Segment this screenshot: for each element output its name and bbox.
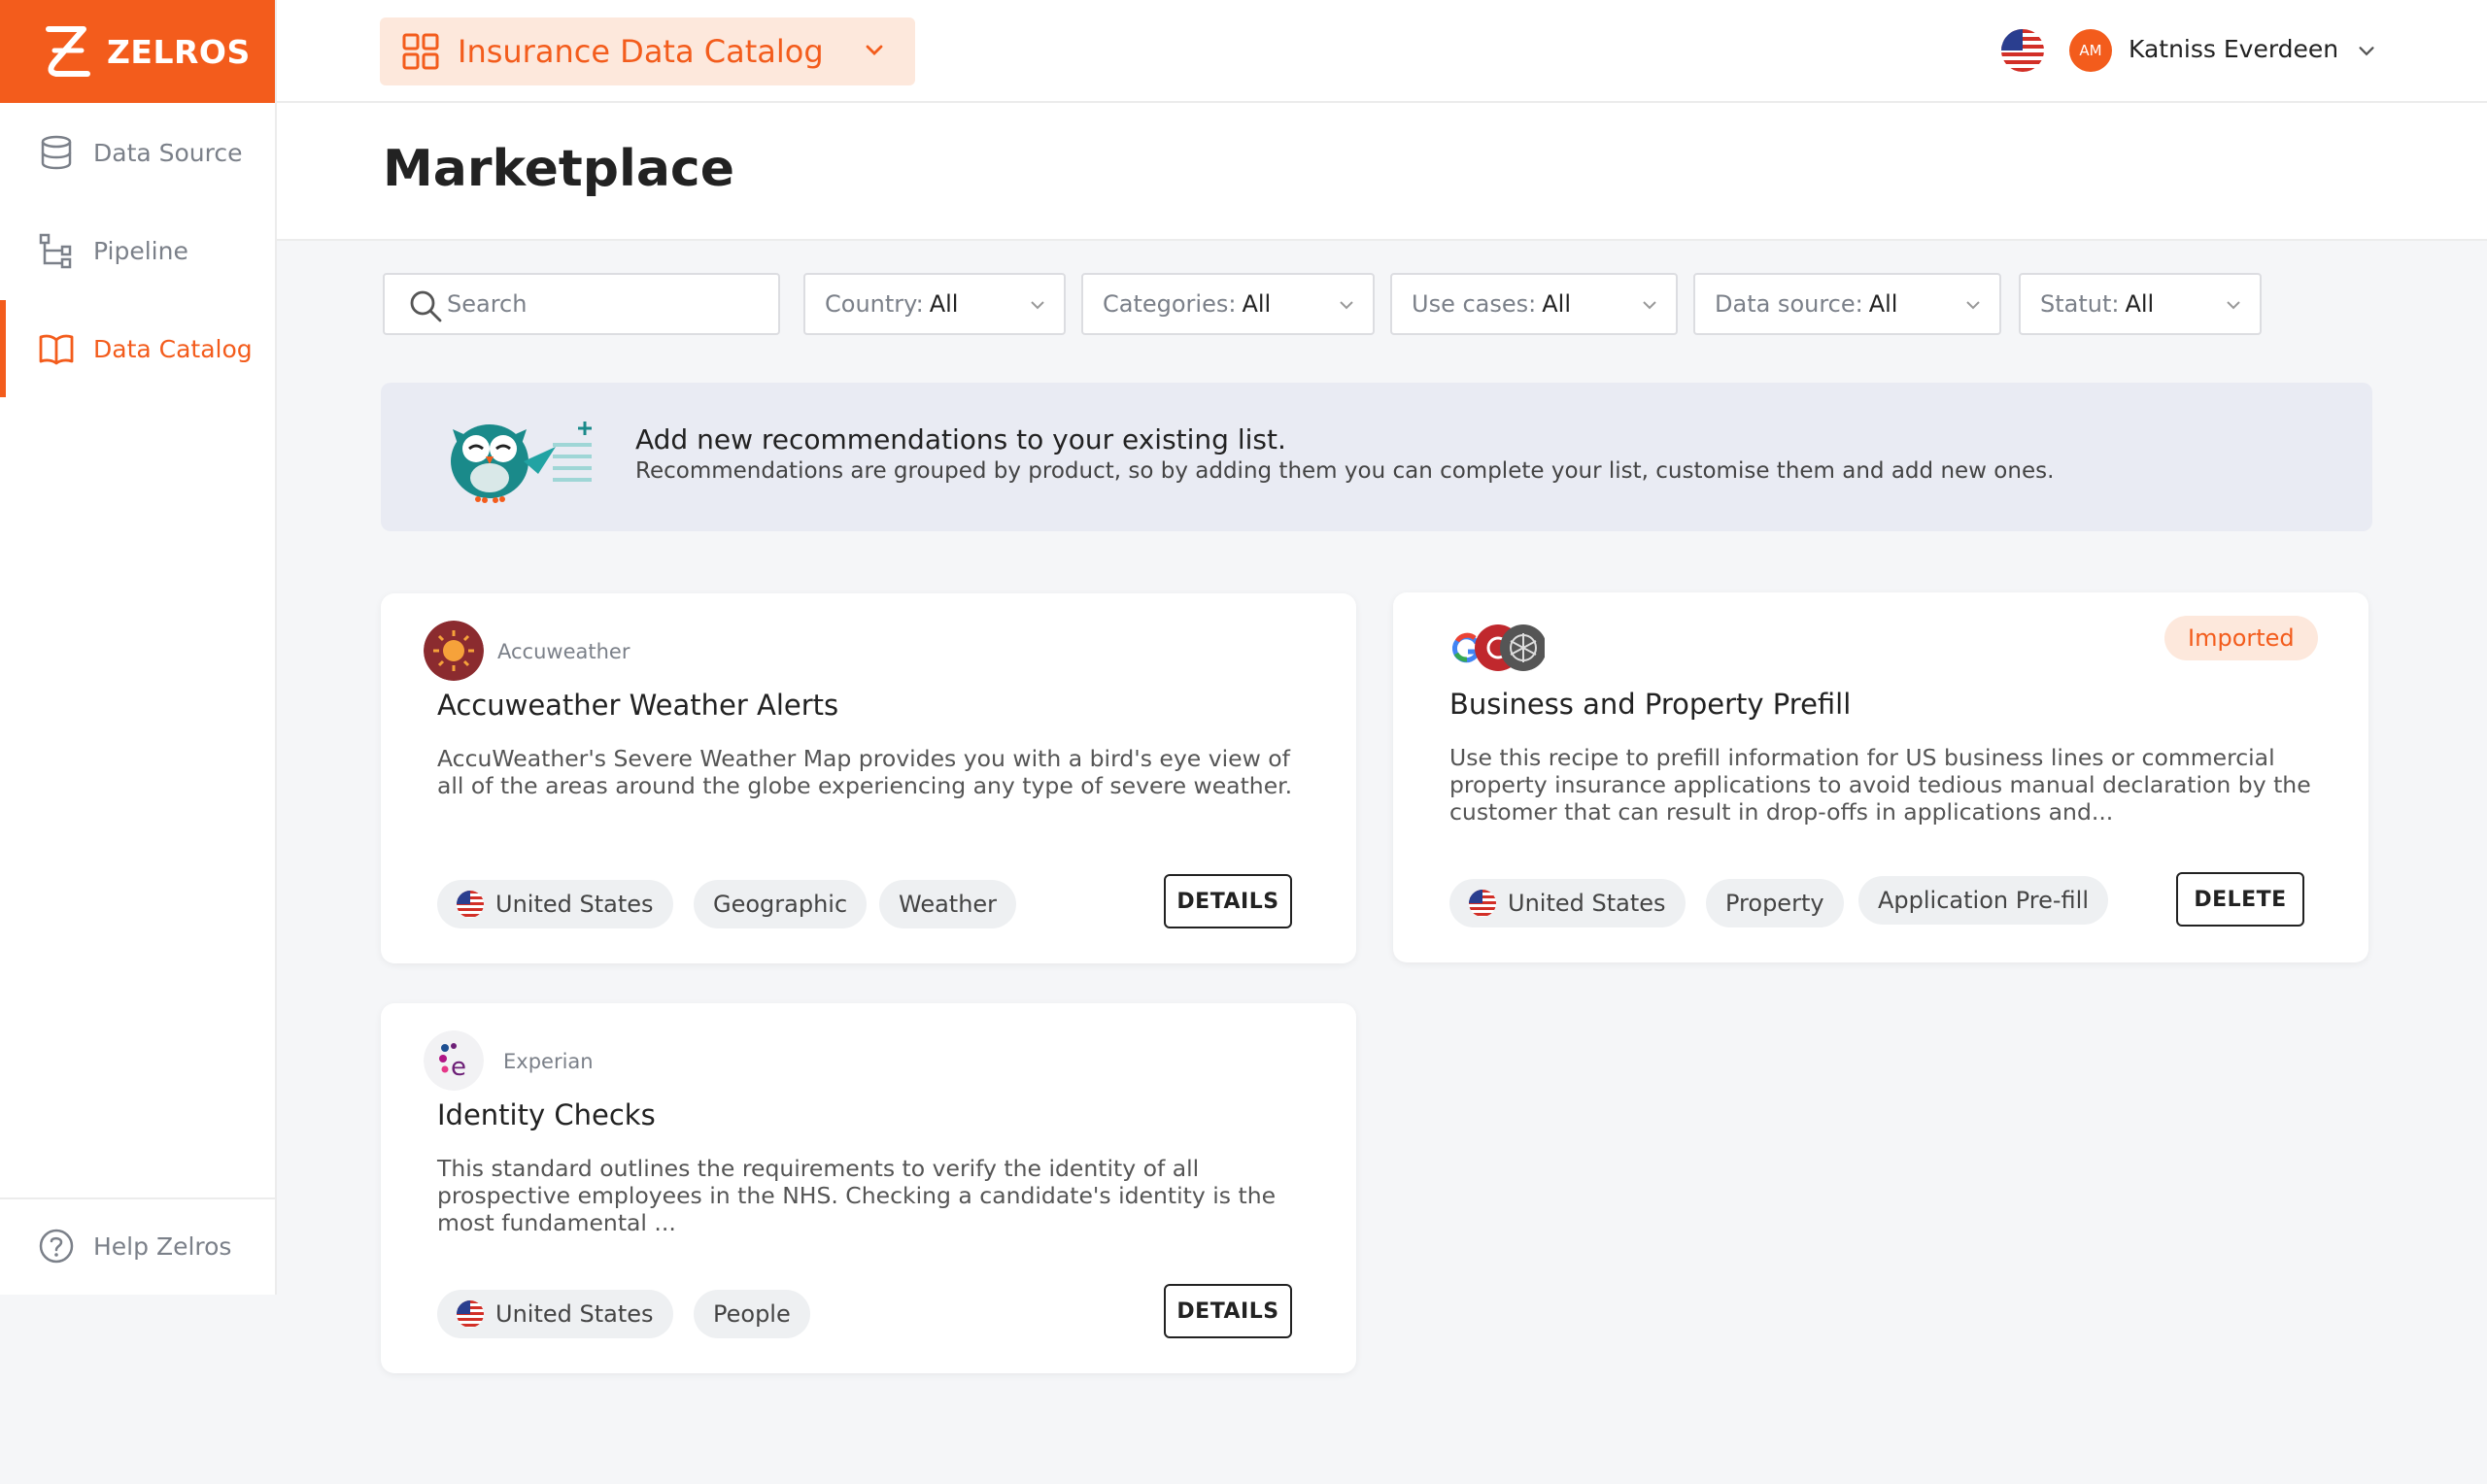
category-tag: Geographic <box>694 880 868 928</box>
chevron-down-icon <box>1340 301 1353 310</box>
card-title: Accuweather Weather Alerts <box>437 689 839 722</box>
search-icon <box>410 290 442 322</box>
filter-value: All <box>2125 290 2155 318</box>
sidebar: ZELROS Data Source Pipeline Data Catalog… <box>0 0 277 1295</box>
us-flag-icon <box>457 891 484 918</box>
data-source-filter[interactable]: Data source: All <box>1693 273 2001 335</box>
page-title: Marketplace <box>383 140 735 198</box>
status-badge: Imported <box>2164 616 2318 660</box>
use-case-tag: Application Pre-fill <box>1858 876 2108 925</box>
svg-text:e: e <box>451 1053 466 1082</box>
catalog-selector[interactable]: Insurance Data Catalog <box>380 17 915 85</box>
pipeline-icon <box>39 233 72 269</box>
us-flag-icon[interactable] <box>2001 29 2044 72</box>
country-tag: United States <box>1449 879 1686 928</box>
catalog-card[interactable]: e Experian Identity Checks This standard… <box>381 1003 1356 1373</box>
provider-name: Accuweather <box>497 640 630 663</box>
sidebar-item-data-source[interactable]: Data Source <box>0 104 277 201</box>
details-button[interactable]: DETAILS <box>1164 1284 1292 1338</box>
details-button[interactable]: DETAILS <box>1164 874 1292 928</box>
category-tag: Property <box>1706 879 1844 928</box>
sidebar-item-pipeline[interactable]: Pipeline <box>0 202 277 299</box>
provider-name: Experian <box>503 1050 594 1073</box>
help-link[interactable]: Help Zelros <box>0 1197 277 1295</box>
database-icon <box>41 135 72 170</box>
category-tag: People <box>694 1290 810 1338</box>
country-tag: United States <box>437 1290 673 1338</box>
category-tag: Weather <box>879 880 1017 928</box>
experian-logo-icon: e <box>424 1030 484 1091</box>
card-description: Use this recipe to prefill information f… <box>1449 744 2311 826</box>
catalog-title: Insurance Data Catalog <box>458 33 824 70</box>
banner-title: Add new recommendations to your existing… <box>635 423 1286 455</box>
delete-button[interactable]: DELETE <box>2176 872 2304 927</box>
categories-filter[interactable]: Categories: All <box>1081 273 1375 335</box>
country-tag: United States <box>437 880 673 928</box>
chevron-down-icon <box>1643 301 1656 310</box>
help-label: Help Zelros <box>93 1231 232 1261</box>
catalog-card[interactable]: Imported Business and Property Prefill U… <box>1393 592 2368 962</box>
user-name[interactable]: Katniss Everdeen <box>2129 35 2338 63</box>
tag-label: Application Pre-fill <box>1878 887 2089 914</box>
chevron-down-icon <box>1966 301 1980 310</box>
search-input[interactable]: Search <box>383 273 780 335</box>
filter-label: Categories: <box>1103 290 1237 318</box>
accuweather-logo-icon <box>424 621 484 681</box>
filter-value: All <box>1242 290 1272 318</box>
filter-label: Use cases: <box>1412 290 1537 318</box>
top-header: Insurance Data Catalog AM Katniss Everde… <box>277 0 2487 103</box>
avatar[interactable]: AM <box>2069 29 2112 72</box>
chevron-down-icon <box>2227 301 2240 310</box>
filter-label: Data source: <box>1715 290 1863 318</box>
filter-label: Statut: <box>2040 290 2120 318</box>
tag-label: Geographic <box>713 891 848 918</box>
filter-value: All <box>1868 290 1898 318</box>
statut-filter[interactable]: Statut: All <box>2019 273 2262 335</box>
catalog-card[interactable]: Accuweather Accuweather Weather Alerts A… <box>381 593 1356 963</box>
sidebar-item-label: Data Source <box>93 138 243 167</box>
zelros-logo-icon <box>46 26 90 77</box>
grid-icon <box>402 33 439 70</box>
chevron-down-icon[interactable] <box>2356 41 2377 62</box>
chevron-down-icon <box>866 45 883 55</box>
brand-name: ZELROS <box>107 32 251 71</box>
us-flag-icon <box>1469 890 1496 917</box>
recommendation-banner: Add new recommendations to your existing… <box>381 383 2372 531</box>
zelros-logo[interactable]: ZELROS <box>0 0 275 103</box>
filter-value: All <box>1542 290 1571 318</box>
search-placeholder: Search <box>447 290 528 318</box>
sidebar-item-label: Pipeline <box>93 236 188 265</box>
sidebar-item-data-catalog[interactable]: Data Catalog <box>0 300 277 397</box>
tag-label: United States <box>495 1300 654 1328</box>
sidebar-item-label: Data Catalog <box>93 334 253 363</box>
tag-label: Property <box>1725 890 1824 917</box>
us-flag-icon <box>457 1300 484 1328</box>
provider-logos-icon <box>1449 624 1545 671</box>
page-header: Marketplace <box>277 103 2487 241</box>
help-icon <box>39 1229 74 1264</box>
owl-illustration-icon <box>451 422 592 503</box>
use-cases-filter[interactable]: Use cases: All <box>1390 273 1678 335</box>
card-description: This standard outlines the requirements … <box>437 1155 1277 1236</box>
tag-label: Weather <box>899 891 998 918</box>
card-title: Identity Checks <box>437 1098 656 1131</box>
filter-value: All <box>929 290 959 318</box>
tag-label: United States <box>1508 890 1666 917</box>
tag-label: People <box>713 1300 791 1328</box>
chevron-down-icon <box>1031 301 1044 310</box>
banner-subtitle: Recommendations are grouped by product, … <box>635 458 2055 484</box>
card-description: AccuWeather's Severe Weather Map provide… <box>437 745 1293 799</box>
tag-label: United States <box>495 891 654 918</box>
book-icon <box>39 334 74 365</box>
card-title: Business and Property Prefill <box>1449 688 1852 721</box>
filter-label: Country: <box>825 290 924 318</box>
country-filter[interactable]: Country: All <box>803 273 1066 335</box>
